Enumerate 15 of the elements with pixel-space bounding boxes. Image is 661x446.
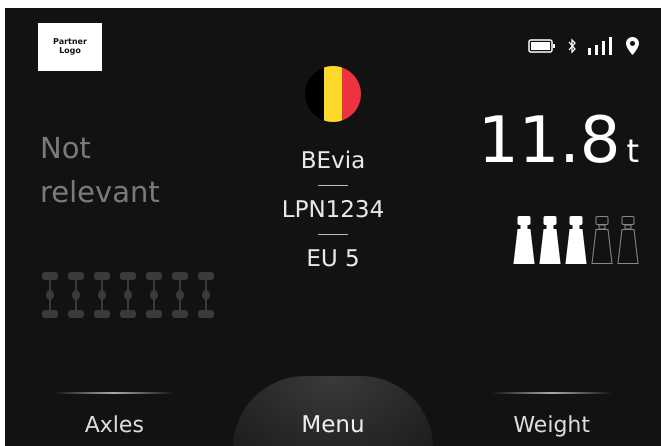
nav-tab[interactable]: Axles <box>74 412 154 446</box>
axles-status-text: Not relevant <box>40 130 161 211</box>
operator-text: BEvia <box>300 147 366 176</box>
location-pin-icon <box>626 37 639 55</box>
flag-icon <box>304 66 361 122</box>
battery-icon <box>528 39 556 53</box>
bluetooth-icon <box>568 38 576 54</box>
nav-tab[interactable]: Weight <box>503 412 600 446</box>
partner-logo: Partner Logo <box>38 23 102 71</box>
weight-unit: t <box>626 132 639 170</box>
emission-class-text: EU 5 <box>306 245 360 274</box>
weight-value: 11.8 <box>478 106 620 176</box>
menu-button[interactable]: Menu <box>232 376 433 446</box>
signal-icon <box>588 37 614 55</box>
plate-text: LPN1234 <box>282 196 384 225</box>
